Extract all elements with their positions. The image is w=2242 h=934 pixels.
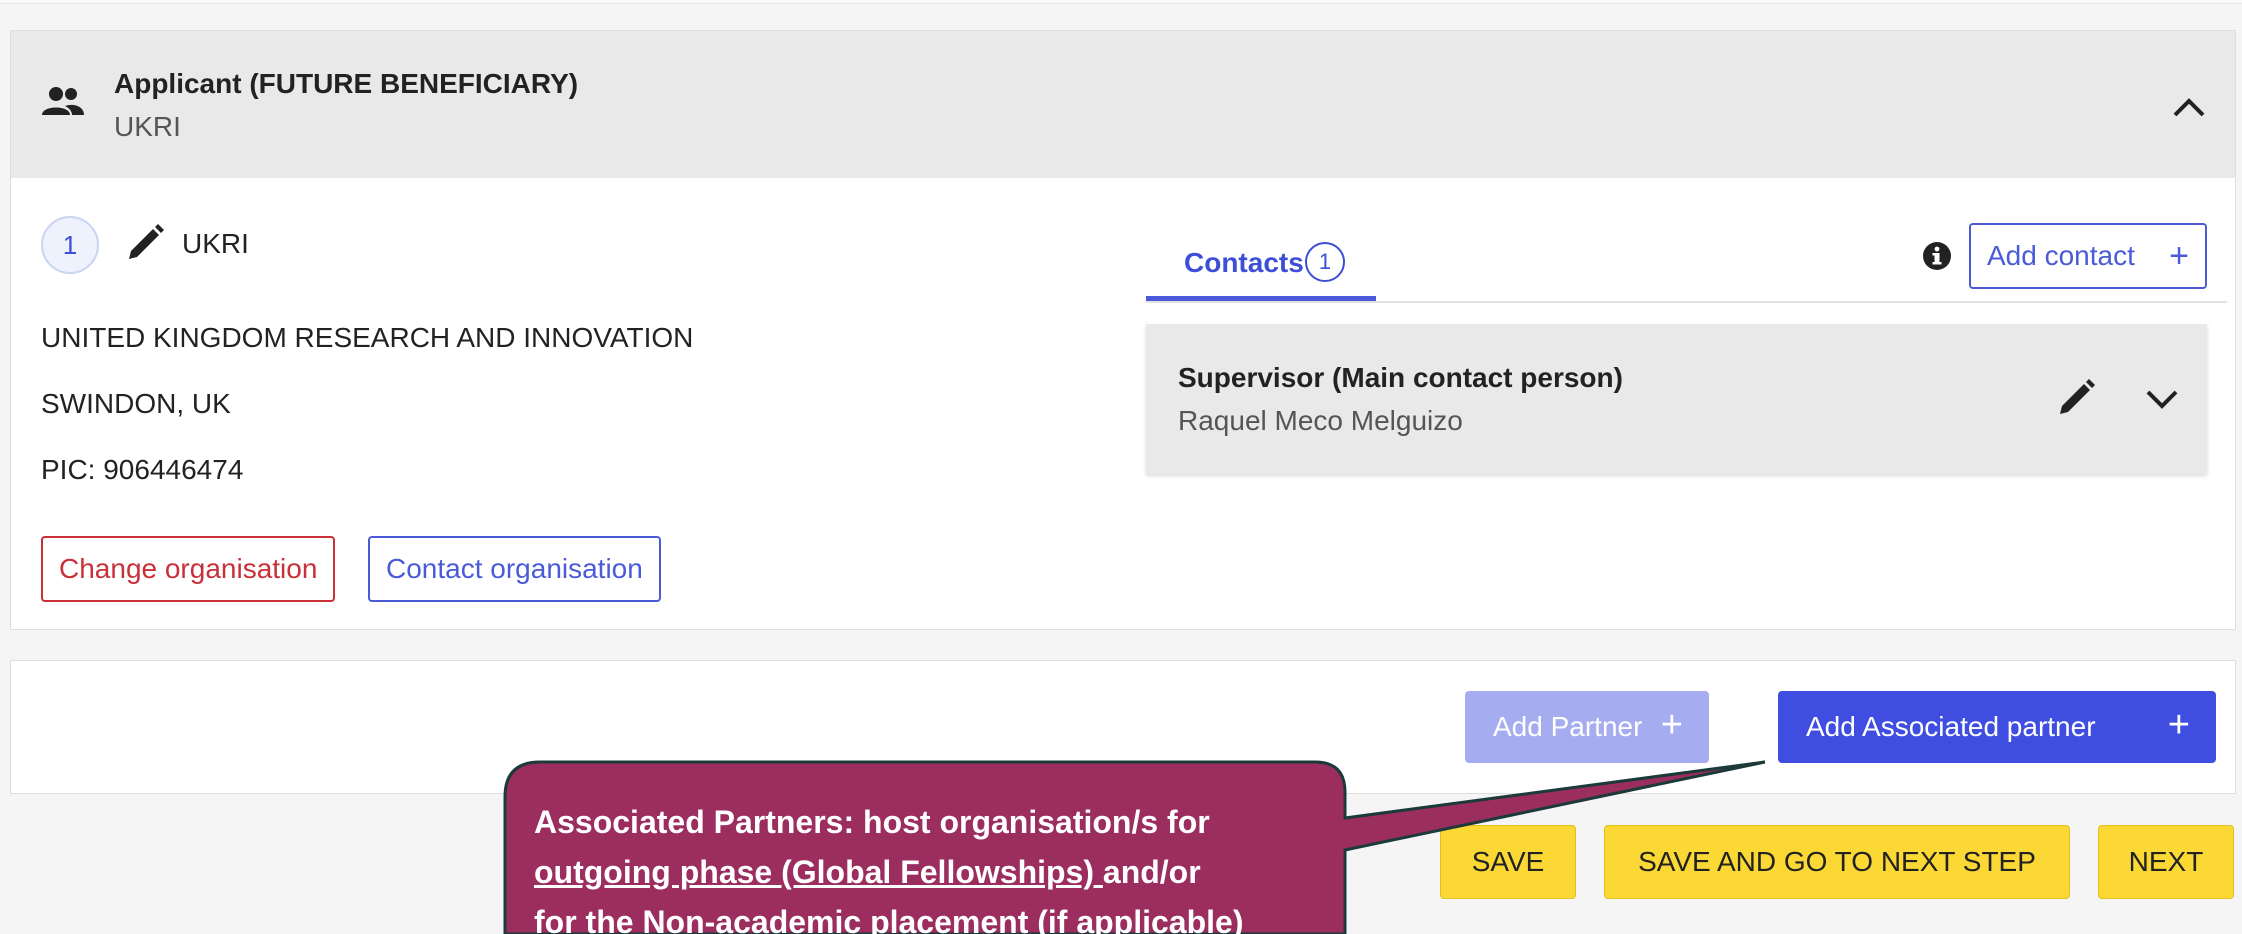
applicant-panel-header[interactable]: Applicant (FUTURE BENEFICIARY) UKRI <box>11 31 2235 178</box>
tab-contacts-label: Contacts <box>1184 247 1304 278</box>
tab-contacts-count: 1 <box>1305 242 1345 282</box>
save-button[interactable]: SAVE <box>1440 825 1576 899</box>
change-organisation-button[interactable]: Change organisation <box>41 536 336 602</box>
plus-icon: + <box>2169 237 2189 275</box>
callout-text: Associated Partners: host organisation/s… <box>534 797 1354 934</box>
contact-organisation-button[interactable]: Contact organisation <box>368 536 661 602</box>
tab-contacts[interactable]: Contacts 1 <box>1146 231 1376 301</box>
organisation-legal-name: UNITED KINGDOM RESEARCH AND INNOVATION <box>41 322 694 353</box>
add-partner-button[interactable]: Add Partner + <box>1465 691 1709 763</box>
plus-icon: + <box>1660 704 1683 746</box>
contact-role: Supervisor (Main contact person) <box>1178 362 1623 393</box>
chevron-up-icon[interactable] <box>2169 91 2209 121</box>
organisation-short-name: UKRI <box>182 228 249 259</box>
organisation-pic: PIC: 906446474 <box>41 454 244 485</box>
add-contact-label: Add contact <box>1987 240 2135 271</box>
save-and-next-button[interactable]: SAVE AND GO TO NEXT STEP <box>1604 825 2070 899</box>
add-associated-partner-button[interactable]: Add Associated partner + <box>1778 691 2216 763</box>
applicant-title: Applicant (FUTURE BENEFICIARY) <box>114 68 579 99</box>
organisation-location: SWINDON, UK <box>41 388 231 419</box>
contact-name: Raquel Meco Melguizo <box>1178 405 1463 436</box>
tabs-divider <box>1146 301 2227 303</box>
contact-card[interactable]: Supervisor (Main contact person) Raquel … <box>1146 324 2207 474</box>
partner-index-badge: 1 <box>41 216 99 274</box>
applicant-subtitle: UKRI <box>114 111 181 142</box>
add-associated-partner-label: Add Associated partner <box>1806 711 2096 742</box>
chevron-down-icon[interactable] <box>2144 386 2180 412</box>
callout-line-3: for the Non-academic placement (if appli… <box>534 904 1244 934</box>
add-contact-button[interactable]: Add contact + <box>1969 223 2207 289</box>
edit-contact-icon[interactable] <box>2054 376 2098 420</box>
callout-line-2: outgoing phase (Global Fellowships) and/… <box>534 847 1354 897</box>
info-icon[interactable] <box>1921 240 1953 272</box>
callout-underlined-phrase: outgoing phase (Global Fellowships) <box>534 854 1103 890</box>
callout-line-2-rest: and/or <box>1102 854 1201 890</box>
top-strip <box>0 0 2242 4</box>
partner-actions-bar: Add Partner + Add Associated partner + <box>10 660 2236 794</box>
people-icon <box>42 87 84 115</box>
callout-line-1: Associated Partners: host organisation/s… <box>534 804 1210 840</box>
add-partner-label: Add Partner <box>1493 711 1643 742</box>
applicant-panel: Applicant (FUTURE BENEFICIARY) UKRI 1 UK… <box>10 30 2236 630</box>
edit-organisation-icon[interactable] <box>123 221 167 265</box>
plus-icon: + <box>2167 704 2190 746</box>
next-button[interactable]: NEXT <box>2098 825 2234 899</box>
